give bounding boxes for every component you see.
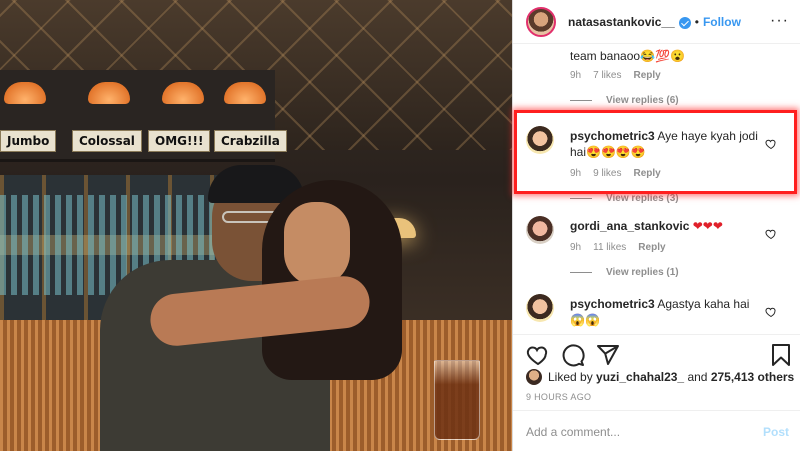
liked-by-prefix: Liked by xyxy=(548,370,593,384)
comment-meta: 9h 7 likes Reply xyxy=(570,70,770,81)
view-replies-button[interactable]: View replies (1) xyxy=(570,267,770,278)
commenter-username[interactable]: psychometric3 xyxy=(570,129,655,143)
liked-by-text: Liked by yuzi_chahal23_ and 275,413 othe… xyxy=(548,369,794,385)
commenter-avatar[interactable] xyxy=(526,216,554,244)
author-avatar[interactable] xyxy=(526,6,556,37)
liker-avatar[interactable] xyxy=(526,369,542,385)
photo-sign-colossal: Colossal xyxy=(72,130,142,152)
liked-by: Liked by yuzi_chahal23_ and 275,413 othe… xyxy=(526,368,794,386)
bookmark-icon[interactable] xyxy=(769,343,793,367)
comment-body: Agastya kaha hai xyxy=(657,297,750,311)
comment-body: ❤❤❤ xyxy=(692,219,723,233)
comment-time: 9h xyxy=(570,168,582,179)
commenter-avatar[interactable] xyxy=(526,294,554,322)
comment-icon[interactable] xyxy=(561,343,585,367)
comment-likes[interactable]: 9 likes xyxy=(593,168,621,179)
photo-drink-glass xyxy=(434,360,480,440)
view-replies-button[interactable]: View replies (3) xyxy=(570,193,770,204)
comment-meta: 9h 11 likes Reply xyxy=(570,242,770,253)
photo-sign-jumbo: Jumbo xyxy=(0,130,57,152)
view-replies-label: View replies (6) xyxy=(606,95,679,106)
liked-by-user[interactable]: yuzi_chahal23_ xyxy=(596,370,684,384)
photo-shell-lamp xyxy=(224,82,266,104)
post-photo[interactable]: Jumbo Colossal OMG!!! Crabzilla xyxy=(0,0,512,451)
share-icon[interactable] xyxy=(596,343,620,367)
add-comment-input[interactable]: Add a comment... xyxy=(526,425,620,439)
post-actions xyxy=(513,334,800,372)
post-timestamp[interactable]: 9 HOURS AGO xyxy=(526,392,591,402)
liked-by-count[interactable]: 275,413 others xyxy=(711,370,794,384)
comment-like-heart-icon[interactable] xyxy=(765,138,777,150)
liked-by-and: and xyxy=(687,370,708,384)
view-replies-label: View replies (3) xyxy=(606,193,679,204)
comment-like-heart-icon[interactable] xyxy=(765,306,777,318)
verified-icon xyxy=(678,16,691,29)
comment-time: 9h xyxy=(570,70,582,81)
comment-text: psychometric3 Agastya kaha hai xyxy=(570,296,770,312)
post-sidebar: natasastankovic__ • Follow ··· team bana… xyxy=(512,0,800,451)
comment-likes[interactable]: 11 likes xyxy=(593,242,626,253)
replies-line xyxy=(570,198,592,199)
photo-shell-lamp xyxy=(4,82,46,104)
comment-text: gordi_ana_stankovic ❤❤❤ xyxy=(570,218,770,234)
commenter-username[interactable]: gordi_ana_stankovic xyxy=(570,219,689,233)
photo-sign-crabzilla: Crabzilla xyxy=(214,130,287,152)
comment-text: team banaoo😂💯😮 xyxy=(570,49,685,63)
follow-button[interactable]: Follow xyxy=(703,15,741,29)
author-username[interactable]: natasastankovic__ xyxy=(568,15,675,29)
comment-time: 9h xyxy=(570,242,582,253)
separator-dot: • xyxy=(694,14,699,29)
photo-shell-lamp xyxy=(88,82,130,104)
photo-shell-lamp xyxy=(162,82,204,104)
comment-text: psychometric3 Aye haye kyah jodi hai😍😍😍😍 xyxy=(570,128,770,160)
reply-button[interactable]: Reply xyxy=(638,242,665,253)
comment-meta: 9h 9 likes Reply xyxy=(570,168,770,179)
view-replies-label: View replies (1) xyxy=(606,267,679,278)
post-header: natasastankovic__ • Follow ··· xyxy=(513,0,800,44)
add-comment-bar: Add a comment... Post xyxy=(513,410,800,451)
post-comment-button[interactable]: Post xyxy=(763,425,789,439)
more-icon[interactable]: ··· xyxy=(770,12,789,30)
comment-like-heart-icon[interactable] xyxy=(765,228,777,240)
like-heart-icon[interactable] xyxy=(526,343,550,367)
replies-line xyxy=(570,100,592,101)
reply-button[interactable]: Reply xyxy=(633,168,660,179)
comment-likes[interactable]: 7 likes xyxy=(593,70,621,81)
replies-line xyxy=(570,272,592,273)
view-replies-button[interactable]: View replies (6) xyxy=(570,95,770,106)
commenter-username[interactable]: psychometric3 xyxy=(570,297,655,311)
reply-button[interactable]: Reply xyxy=(633,70,660,81)
comments-list[interactable]: team banaoo😂💯😮 9h 7 likes Reply View rep… xyxy=(513,44,800,334)
commenter-avatar[interactable] xyxy=(526,126,554,154)
comment-body-line2: 😱😱 xyxy=(570,313,600,327)
photo-sign-omg: OMG!!! xyxy=(148,130,211,152)
